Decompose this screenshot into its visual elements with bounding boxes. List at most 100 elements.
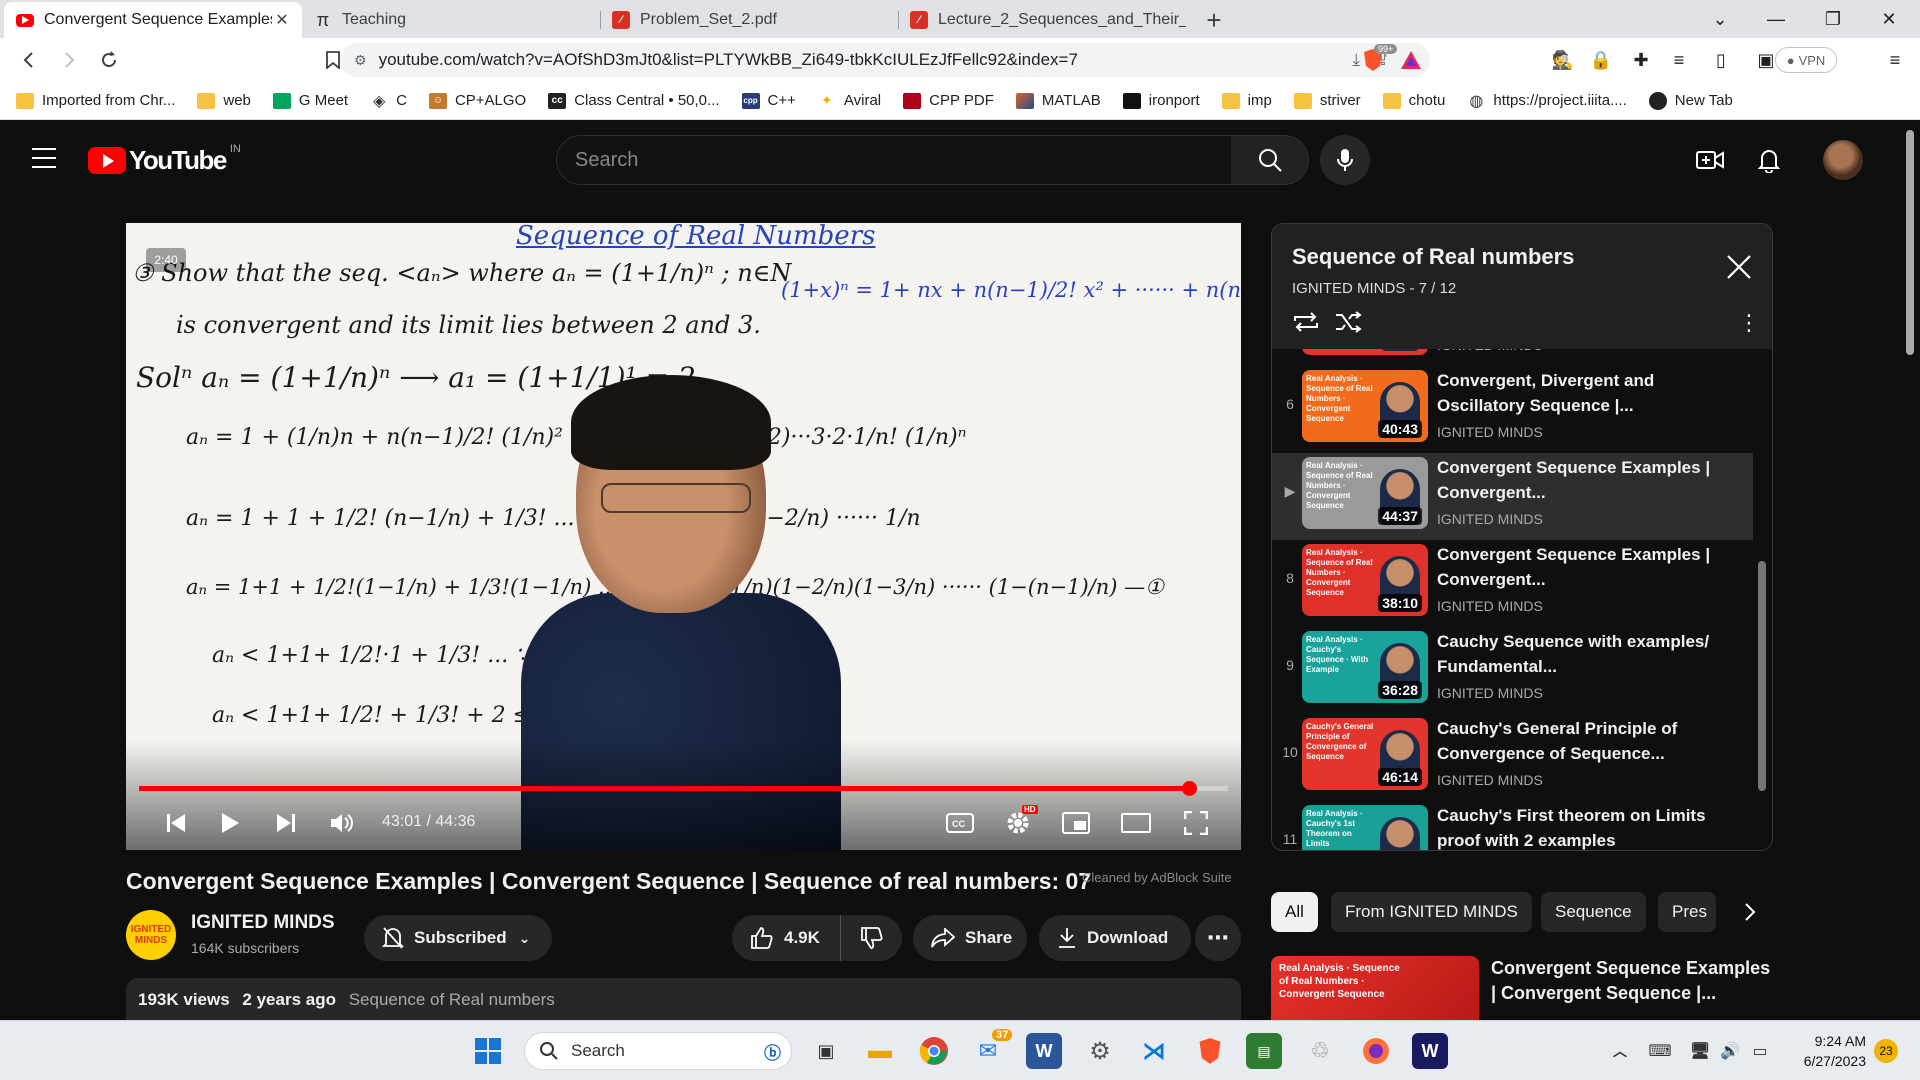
volume-button[interactable] xyxy=(322,803,362,843)
close-playlist-button[interactable] xyxy=(1726,254,1754,282)
trash-icon[interactable]: ♲ xyxy=(1302,1033,1338,1069)
bookmark-c[interactable]: ◈ C xyxy=(370,92,407,110)
subscribed-button[interactable]: Subscribed ⌄ xyxy=(364,915,552,961)
new-tab-button[interactable]: + xyxy=(1196,2,1232,38)
reading-list-icon[interactable]: ≡ xyxy=(1664,44,1694,76)
playlist-more-icon[interactable]: ⋮ xyxy=(1738,310,1760,336)
like-button[interactable]: 4.9K xyxy=(732,915,840,961)
extensions-puzzle-icon[interactable]: ✚ xyxy=(1626,44,1656,76)
user-avatar[interactable] xyxy=(1823,140,1863,180)
bookmark-matlab[interactable]: MATLAB xyxy=(1015,92,1101,109)
site-info-icon[interactable]: ⚙ xyxy=(354,52,367,69)
wallet-icon[interactable]: ▣ xyxy=(1756,44,1776,76)
captions-button[interactable]: CC xyxy=(940,803,980,843)
bookmark-imported[interactable]: Imported from Chr... xyxy=(16,92,175,109)
chips-next-button[interactable] xyxy=(1730,892,1770,932)
keyboard-icon[interactable]: ⌨ xyxy=(1642,1033,1678,1069)
bookmark-imp[interactable]: imp xyxy=(1221,92,1272,109)
close-window-button[interactable]: ✕ xyxy=(1864,0,1914,38)
next-video-button[interactable] xyxy=(266,803,306,843)
progress-bar[interactable] xyxy=(139,781,1228,796)
playlist-item[interactable]: 6 Real Analysis · Sequence of Real Number… xyxy=(1272,366,1753,453)
minimize-button[interactable]: — xyxy=(1751,0,1801,38)
bookmark-project-iiita[interactable]: ◍ https://project.iiita.... xyxy=(1467,92,1626,110)
theater-mode-button[interactable] xyxy=(1116,803,1156,843)
menu-icon[interactable]: ≡ xyxy=(1880,44,1910,76)
dislike-button[interactable] xyxy=(840,915,902,961)
bookmark-cpp-pdf[interactable]: CPP PDF xyxy=(903,92,994,109)
more-actions-button[interactable]: ⋯ xyxy=(1195,915,1241,961)
battery-icon[interactable]: ▭ xyxy=(1742,1033,1778,1069)
create-video-icon[interactable] xyxy=(1692,142,1728,178)
playlist-scrollbar[interactable] xyxy=(1758,561,1766,791)
tab-teaching[interactable]: π Teaching xyxy=(302,2,600,38)
page-scrollbar[interactable] xyxy=(1906,130,1914,355)
waves-app-icon[interactable]: W xyxy=(1412,1033,1448,1069)
notification-badge[interactable]: 23 xyxy=(1874,1039,1898,1063)
youtube-logo[interactable]: YouTube IN xyxy=(88,143,241,176)
fullscreen-button[interactable] xyxy=(1176,803,1216,843)
recommended-video[interactable]: Real Analysis · Sequence of Real Numbers… xyxy=(1271,956,1771,1026)
word-icon[interactable]: W xyxy=(1026,1033,1062,1069)
previous-video-button[interactable] xyxy=(156,803,196,843)
task-view-icon[interactable]: ▣ xyxy=(808,1033,844,1069)
address-bar[interactable]: ⚙ youtube.com/watch?v=AOfShD3mJt0&list=P… xyxy=(340,43,1430,77)
playlist-item[interactable]: 11 Real Analysis · Cauchy's 1st Theorem o… xyxy=(1272,801,1753,850)
lock-extension-icon[interactable]: 🔒 xyxy=(1586,44,1616,76)
bookmark-classcentral[interactable]: cc Class Central • 50,0... xyxy=(548,92,720,109)
reload-button[interactable] xyxy=(92,43,126,77)
clock[interactable]: 9:24 AM 6/27/2023 xyxy=(1800,1031,1866,1071)
chip-from-channel[interactable]: From IGNITED MINDS xyxy=(1331,892,1532,932)
playlist-tag[interactable]: Sequence of Real numbers xyxy=(349,990,555,1009)
bookmark-cpp[interactable]: cpp C++ xyxy=(741,92,796,109)
play-button[interactable] xyxy=(210,803,250,843)
playlist-item[interactable]: 9 Real Analysis · Cauchy's Sequence · Wit… xyxy=(1272,627,1753,714)
search-input[interactable]: Search xyxy=(556,135,1232,185)
playlist-title[interactable]: Sequence of Real numbers xyxy=(1292,244,1574,270)
playlist-item[interactable]: 10 Cauchy's General Principle of Converge… xyxy=(1272,714,1753,801)
bookmark-gmeet[interactable]: G Meet xyxy=(272,92,348,109)
tab-search-chevron-icon[interactable]: ⌄ xyxy=(1695,0,1745,38)
share-button[interactable]: Share xyxy=(913,915,1027,961)
miniplayer-button[interactable] xyxy=(1056,803,1096,843)
chip-all[interactable]: All xyxy=(1271,892,1318,932)
loop-button[interactable] xyxy=(1292,310,1320,339)
settings-button[interactable]: HD xyxy=(998,803,1038,843)
settings-gear-icon[interactable]: ⚙ xyxy=(1082,1033,1118,1069)
bookmark-aviral[interactable]: ✦ Aviral xyxy=(818,92,881,109)
chip-sequence[interactable]: Sequence xyxy=(1541,892,1646,932)
terminal-icon[interactable]: ▤ xyxy=(1246,1033,1282,1069)
playlist-item[interactable]: 8 Real Analysis · Sequence of Real Number… xyxy=(1272,540,1753,627)
incognito-extension-icon[interactable]: 🕵 xyxy=(1548,44,1578,76)
notifications-bell-icon[interactable] xyxy=(1751,142,1787,178)
bookmark-ironport[interactable]: ironport xyxy=(1122,92,1200,109)
tab-youtube[interactable]: Convergent Sequence Examples | ✕ xyxy=(4,2,302,38)
firefox-icon[interactable] xyxy=(1358,1033,1394,1069)
playlist-item[interactable]: IGNITED MINDS xyxy=(1272,349,1753,366)
bookmark-cpalgo[interactable]: ☺ CP+ALGO xyxy=(428,92,526,109)
vpn-button[interactable]: ● VPN xyxy=(1775,47,1837,73)
download-button[interactable]: Download xyxy=(1039,915,1191,961)
channel-name[interactable]: IGNITED MINDS xyxy=(191,912,335,934)
windows-start-icon[interactable] xyxy=(470,1033,506,1069)
brave-browser-icon[interactable] xyxy=(1192,1033,1228,1069)
bookmark-striver[interactable]: striver xyxy=(1293,92,1361,109)
brave-rewards-icon[interactable] xyxy=(1396,44,1426,76)
search-button[interactable] xyxy=(1231,135,1309,185)
tab-problem-set[interactable]: ⁄ Problem_Set_2.pdf xyxy=(600,2,898,38)
video-player[interactable]: Sequence of Real Numbers ③ Show that the… xyxy=(126,223,1241,850)
close-tab-icon[interactable]: ✕ xyxy=(272,10,292,30)
restore-button[interactable]: ❐ xyxy=(1808,0,1858,38)
bookmark-chotu[interactable]: chotu xyxy=(1382,92,1445,109)
taskbar-search[interactable]: Search ⓑ xyxy=(524,1032,792,1070)
channel-avatar[interactable]: IGNITED MINDS xyxy=(126,910,176,960)
chrome-icon[interactable] xyxy=(916,1033,952,1069)
back-button[interactable] xyxy=(12,43,46,77)
bookmark-new-tab[interactable]: New Tab xyxy=(1648,91,1733,110)
shuffle-button[interactable] xyxy=(1334,310,1362,339)
tab-lecture-2[interactable]: ⁄ Lecture_2_Sequences_and_Their_Conv xyxy=(898,2,1196,38)
bookmark-web[interactable]: web xyxy=(197,92,251,109)
forward-button[interactable] xyxy=(52,43,86,77)
voice-search-button[interactable] xyxy=(1320,135,1370,185)
sidebar-icon[interactable]: ▯ xyxy=(1706,44,1736,76)
